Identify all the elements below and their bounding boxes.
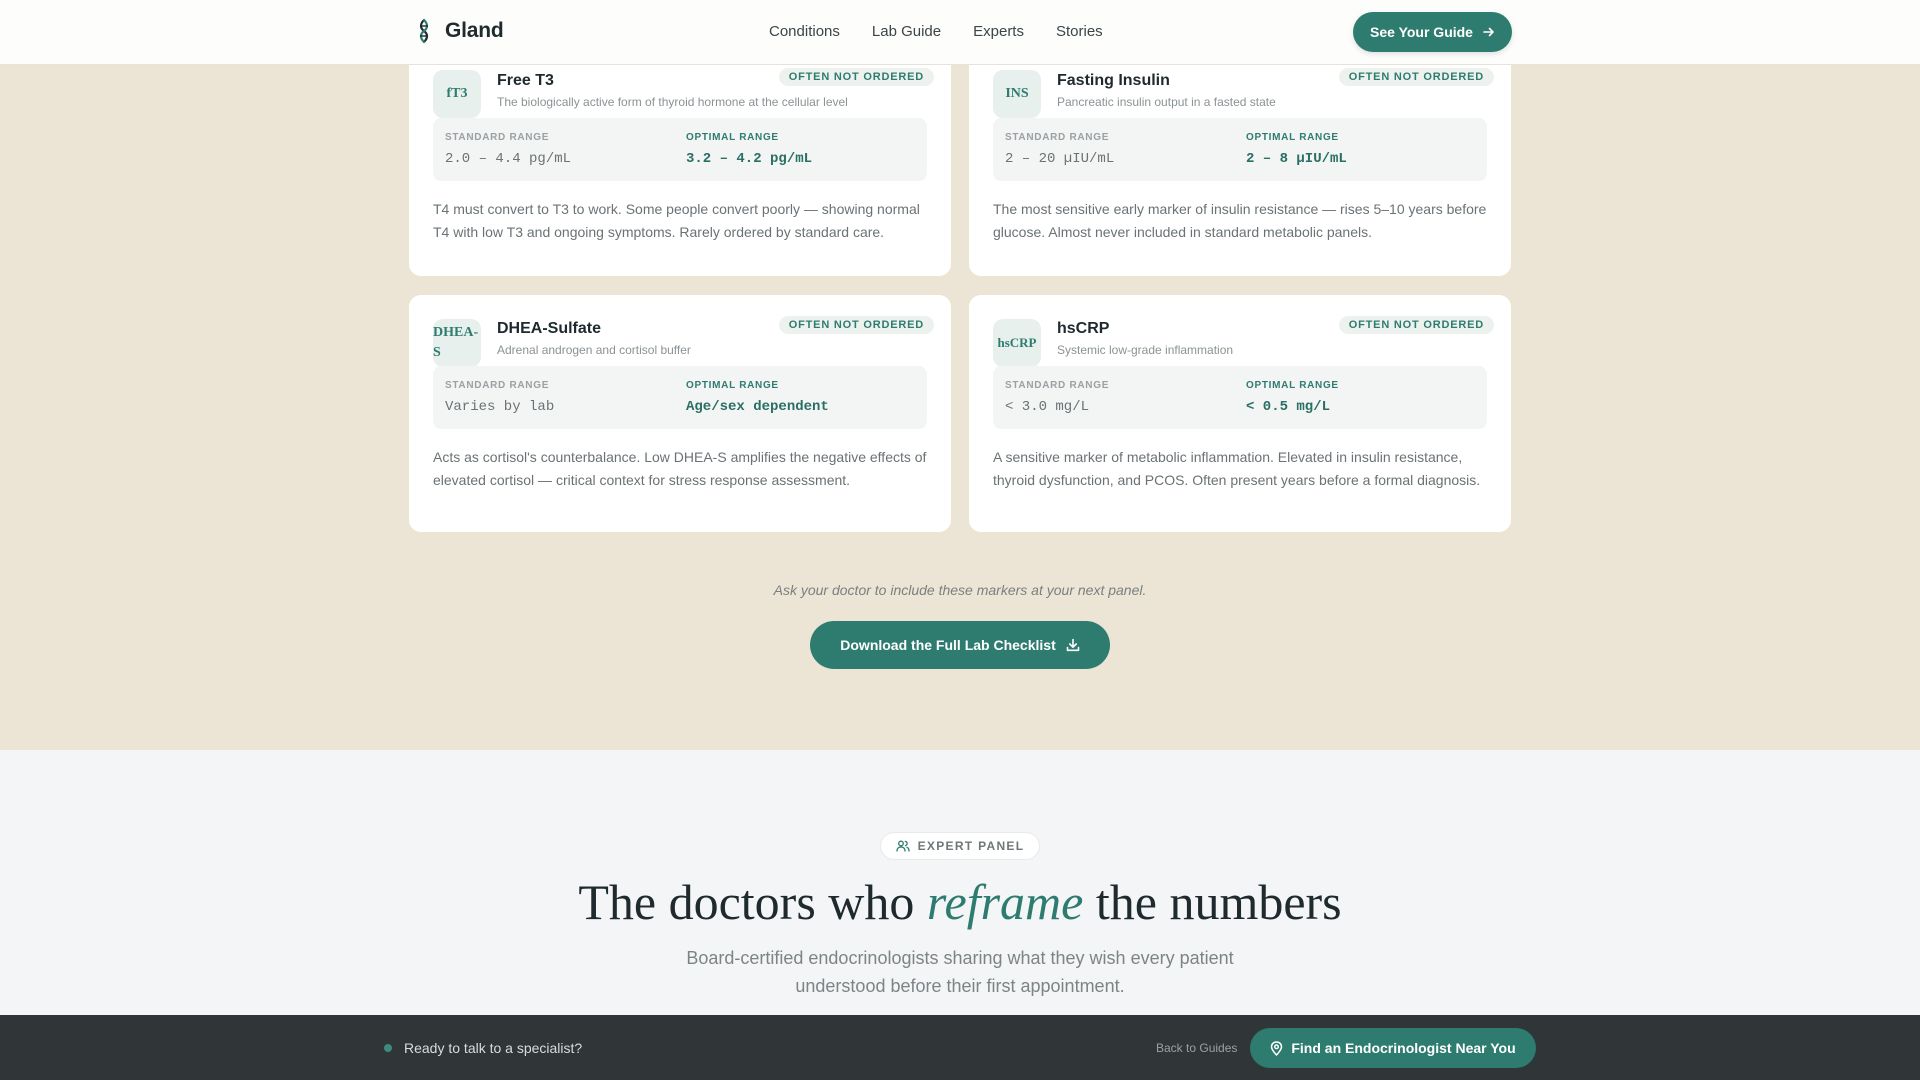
- expert-panel-pill: EXPERT PANEL: [880, 832, 1040, 860]
- logo[interactable]: Gland: [415, 18, 504, 44]
- marker-title: DHEA-Sulfate: [497, 320, 602, 337]
- lab-markers-section: fT3 Free T3 The biologically active form…: [0, 54, 1920, 750]
- marker-title: Fasting Insulin: [1057, 72, 1170, 89]
- often-not-ordered-badge: OFTEN NOT ORDERED: [778, 68, 934, 86]
- marker-card-free-t3: fT3 Free T3 The biologically active form…: [409, 54, 951, 276]
- marker-code-chip: fT3: [433, 70, 481, 118]
- nav-experts[interactable]: Experts: [973, 23, 1024, 40]
- marker-title: Free T3: [497, 72, 554, 89]
- nav-lab-guide[interactable]: Lab Guide: [872, 23, 941, 40]
- often-not-ordered-badge: OFTEN NOT ORDERED: [1338, 316, 1494, 334]
- standard-range-value: 2 – 20 µIU/mL: [1005, 151, 1115, 167]
- ask-doctor-note: Ask your doctor to include these markers…: [773, 582, 1147, 598]
- marker-description: A sensitive marker of metabolic inflamma…: [993, 449, 1481, 488]
- often-not-ordered-badge: OFTEN NOT ORDERED: [778, 316, 934, 334]
- nav-conditions[interactable]: Conditions: [769, 23, 840, 40]
- nav-stories[interactable]: Stories: [1056, 23, 1103, 40]
- marker-description: T4 must convert to T3 to work. Some peop…: [433, 201, 920, 240]
- optimal-range-label: OPTIMAL RANGE: [686, 132, 779, 143]
- specialist-prompt: Ready to talk to a specialist?: [404, 1040, 583, 1056]
- users-icon: [895, 840, 910, 852]
- standard-range-label: STANDARD RANGE: [445, 132, 550, 143]
- expert-title: The doctors who reframe the numbers: [0, 872, 1920, 932]
- marker-card-hscrp: hsCRP hsCRP Systemic low-grade inflammat…: [969, 295, 1511, 532]
- find-endocrinologist-label: Find an Endocrinologist Near You: [1291, 1040, 1516, 1056]
- arrow-right-icon: [1483, 27, 1494, 37]
- marker-code-text: DHEA-S: [433, 325, 479, 360]
- logo-text: Gland: [445, 19, 504, 42]
- expert-panel-label: EXPERT PANEL: [917, 839, 1025, 853]
- marker-card-dhea-sulfate: DHEA-S DHEA-Sulfate Adrenal androgen and…: [409, 295, 951, 532]
- status-dot: [384, 1044, 392, 1052]
- marker-subtitle: The biologically active form of thyroid …: [497, 95, 848, 109]
- marker-subtitle: Pancreatic insulin output in a fasted st…: [1057, 95, 1276, 109]
- marker-subtitle: Systemic low-grade inflammation: [1057, 343, 1234, 357]
- map-pin-icon: [1271, 1040, 1283, 1056]
- standard-range-label: STANDARD RANGE: [1005, 132, 1110, 143]
- download-checklist-label: Download the Full Lab Checklist: [840, 637, 1056, 653]
- standard-range-label: STANDARD RANGE: [445, 380, 550, 391]
- marker-description: Acts as cortisol's counterbalance. Low D…: [433, 449, 927, 488]
- marker-subtitle: Adrenal androgen and cortisol buffer: [497, 343, 691, 357]
- optimal-range-value: 2 – 8 µIU/mL: [1246, 151, 1347, 167]
- optimal-range-label: OPTIMAL RANGE: [1246, 132, 1339, 143]
- main-nav: Conditions Lab Guide Experts Stories: [769, 23, 1103, 40]
- standard-range-label: STANDARD RANGE: [1005, 380, 1110, 391]
- optimal-range-label: OPTIMAL RANGE: [686, 380, 779, 391]
- see-your-guide-label: See Your Guide: [1370, 24, 1473, 40]
- site-header: Gland Conditions Lab Guide Experts Stori…: [0, 0, 1920, 65]
- marker-description: The most sensitive early marker of insul…: [993, 201, 1487, 240]
- optimal-range-label: OPTIMAL RANGE: [1246, 380, 1339, 391]
- often-not-ordered-badge: OFTEN NOT ORDERED: [1338, 68, 1494, 86]
- expert-title-before: The doctors who: [578, 874, 927, 930]
- see-your-guide-button[interactable]: See Your Guide: [1353, 12, 1512, 52]
- download-checklist-button[interactable]: Download the Full Lab Checklist: [810, 621, 1110, 669]
- optimal-range-value: < 0.5 mg/L: [1246, 399, 1331, 415]
- sticky-bottom-bar: Ready to talk to a specialist? Back to G…: [0, 1015, 1920, 1080]
- expert-subtitle: Board-certified endocrinologists sharing…: [686, 948, 1234, 996]
- expert-title-emphasis: reframe: [926, 874, 1084, 930]
- optimal-range-value: Age/sex dependent: [686, 399, 829, 415]
- marker-code-chip: INS: [993, 70, 1041, 118]
- download-icon: [1066, 638, 1080, 652]
- marker-title: hsCRP: [1057, 320, 1110, 337]
- marker-card-fasting-insulin: INS Fasting Insulin Pancreatic insulin o…: [969, 54, 1511, 276]
- standard-range-value: < 3.0 mg/L: [1005, 399, 1090, 415]
- back-to-guides-link[interactable]: Back to Guides: [1156, 1041, 1237, 1055]
- logo-icon: [419, 18, 429, 44]
- marker-code-chip: hsCRP: [993, 319, 1041, 367]
- range-box: STANDARD RANGE OPTIMAL RANGE Varies by l…: [433, 366, 927, 429]
- standard-range-value: 2.0 – 4.4 pg/mL: [445, 151, 572, 167]
- range-box: STANDARD RANGE OPTIMAL RANGE < 3.0 mg/L …: [993, 366, 1487, 429]
- range-box: STANDARD RANGE OPTIMAL RANGE 2.0 – 4.4 p…: [433, 118, 927, 181]
- range-box: STANDARD RANGE OPTIMAL RANGE 2 – 20 µIU/…: [993, 118, 1487, 181]
- find-endocrinologist-button[interactable]: Find an Endocrinologist Near You: [1250, 1028, 1536, 1068]
- optimal-range-value: 3.2 – 4.2 pg/mL: [686, 151, 813, 167]
- standard-range-value: Varies by lab: [445, 399, 555, 415]
- expert-title-after: the numbers: [1083, 874, 1342, 930]
- marker-code-chip: DHEA-S: [433, 319, 481, 367]
